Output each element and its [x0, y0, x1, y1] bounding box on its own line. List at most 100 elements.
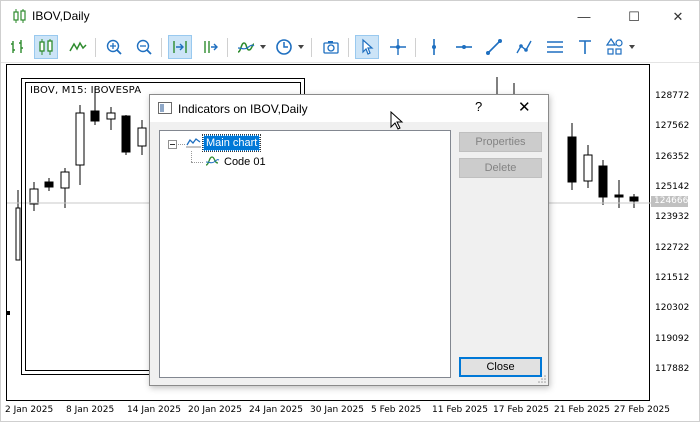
periods-dropdown-chevron-icon[interactable]	[298, 45, 304, 49]
trendline-icon	[486, 39, 502, 55]
maximize-button[interactable]: ☐	[611, 1, 657, 32]
vertical-line-button[interactable]	[422, 35, 446, 59]
time-label: 20 Jan 2025	[188, 405, 242, 415]
cursor-arrow-icon	[362, 38, 374, 55]
crosshair-button[interactable]	[386, 35, 410, 59]
price-axis[interactable]: 128772 127562 126352 125142 124666 12393…	[650, 64, 698, 402]
mouse-pointer-icon	[390, 111, 404, 130]
polyline-icon	[516, 40, 532, 54]
line-chart-button[interactable]	[66, 35, 90, 59]
time-axis[interactable]: 2 Jan 2025 8 Jan 2025 14 Jan 2025 20 Jan…	[1, 402, 700, 422]
periods-button[interactable]	[272, 35, 296, 59]
time-label: 24 Jan 2025	[249, 405, 303, 415]
toolbar-separator	[311, 38, 312, 57]
current-price-tag: 124666	[651, 196, 688, 207]
indicators-icon	[237, 42, 255, 53]
close-button[interactable]: Close	[459, 357, 542, 377]
toolbar-separator	[95, 38, 96, 57]
indicators-tree[interactable]: Main chart Code 01	[159, 130, 451, 378]
shapes-button[interactable]	[603, 35, 627, 59]
price-label: 128772	[655, 91, 690, 101]
time-label: 11 Feb 2025	[432, 405, 489, 415]
zoom-out-button[interactable]	[132, 35, 156, 59]
time-label: 5 Feb 2025	[371, 405, 422, 415]
candlestick-app-icon	[12, 9, 28, 23]
price-label: 121512	[655, 273, 690, 283]
toolbar-separator	[415, 38, 416, 57]
terminal-window: IBOV,Daily — ☐ ✕ IBOV, M15: IBOVESPA 128…	[0, 0, 700, 422]
window-title: IBOV,Daily	[32, 9, 90, 23]
toolbar-separator	[227, 38, 228, 57]
price-label: 123932	[655, 212, 690, 222]
indicators-button[interactable]	[234, 35, 258, 59]
periods-clock-icon	[276, 39, 292, 55]
line-chart-icon	[69, 41, 87, 52]
help-button[interactable]: ?	[475, 99, 482, 114]
price-label: 117882	[655, 364, 690, 374]
toolbar-separator	[161, 38, 162, 57]
channel-icon	[547, 41, 563, 53]
auto-scroll-button[interactable]	[168, 35, 192, 59]
time-label: 27 Feb 2025	[614, 405, 671, 415]
dialog-title: Indicators on IBOV,Daily	[178, 102, 308, 116]
close-window-button[interactable]: ✕	[655, 1, 700, 32]
minimize-button[interactable]: —	[561, 1, 607, 32]
channel-button[interactable]	[543, 35, 567, 59]
trendline-button[interactable]	[482, 35, 506, 59]
tree-connector	[178, 144, 185, 145]
indicators-dropdown-chevron-icon[interactable]	[260, 45, 266, 49]
tree-node-code-01[interactable]: Code 01	[224, 156, 266, 168]
text-tool-button[interactable]	[573, 35, 597, 59]
main-chart-icon	[186, 136, 201, 151]
price-label: 119092	[655, 334, 690, 344]
properties-button[interactable]: Properties	[459, 132, 542, 152]
time-label: 8 Jan 2025	[66, 405, 115, 415]
crosshair-icon	[390, 39, 406, 55]
horizontal-line-button[interactable]	[452, 35, 476, 59]
price-label: 125142	[655, 182, 690, 192]
polyline-button[interactable]	[512, 35, 536, 59]
zoom-out-icon	[136, 39, 152, 55]
tree-connector	[191, 151, 192, 162]
screenshot-camera-icon	[323, 41, 339, 54]
time-label: 21 Feb 2025	[554, 405, 611, 415]
candlestick-chart-button[interactable]	[34, 35, 58, 59]
screenshot-button[interactable]	[319, 35, 343, 59]
indicator-wave-icon	[205, 155, 220, 170]
shapes-icon	[606, 38, 623, 55]
tree-node-main-chart[interactable]: Main chart	[201, 134, 262, 152]
price-label: 127562	[655, 121, 690, 131]
candlestick-chart-icon	[39, 39, 53, 55]
toolbar-separator	[348, 38, 349, 57]
time-label: 17 Feb 2025	[493, 405, 550, 415]
cursor-tool-button[interactable]	[355, 35, 379, 59]
auto-scroll-icon	[173, 41, 187, 53]
dialog-titlebar[interactable]: Indicators on IBOV,Daily ? ✕	[150, 95, 548, 122]
price-label: 120302	[655, 303, 690, 313]
time-label: 30 Jan 2025	[310, 405, 364, 415]
resize-grip-icon[interactable]	[538, 375, 546, 383]
chart-shift-icon	[204, 41, 218, 53]
tree-connector	[191, 162, 203, 163]
zoom-in-icon	[106, 39, 122, 55]
time-label: 2 Jan 2025	[5, 405, 54, 415]
price-label: 126352	[655, 152, 690, 162]
time-label: 14 Jan 2025	[127, 405, 181, 415]
window-titlebar[interactable]: IBOV,Daily — ☐ ✕	[1, 1, 699, 32]
price-label: 122722	[655, 243, 690, 253]
bar-chart-icon	[11, 40, 23, 53]
dialog-window-icon	[158, 102, 172, 114]
bar-chart-button[interactable]	[6, 35, 30, 59]
shapes-dropdown-chevron-icon[interactable]	[629, 45, 635, 49]
subwindow-symbol-label: IBOV, M15: IBOVESPA	[30, 85, 142, 96]
delete-button[interactable]: Delete	[459, 158, 542, 178]
chart-shift-button[interactable]	[198, 35, 222, 59]
zoom-in-button[interactable]	[102, 35, 126, 59]
indicators-dialog: Indicators on IBOV,Daily ? ✕ Main chart …	[149, 94, 549, 386]
collapse-toggle[interactable]	[168, 140, 177, 149]
vertical-line-icon	[432, 39, 436, 55]
dialog-close-button[interactable]: ✕	[518, 98, 531, 116]
chart-toolbar	[1, 32, 699, 63]
horizontal-line-icon	[456, 45, 472, 49]
text-icon	[579, 40, 591, 54]
